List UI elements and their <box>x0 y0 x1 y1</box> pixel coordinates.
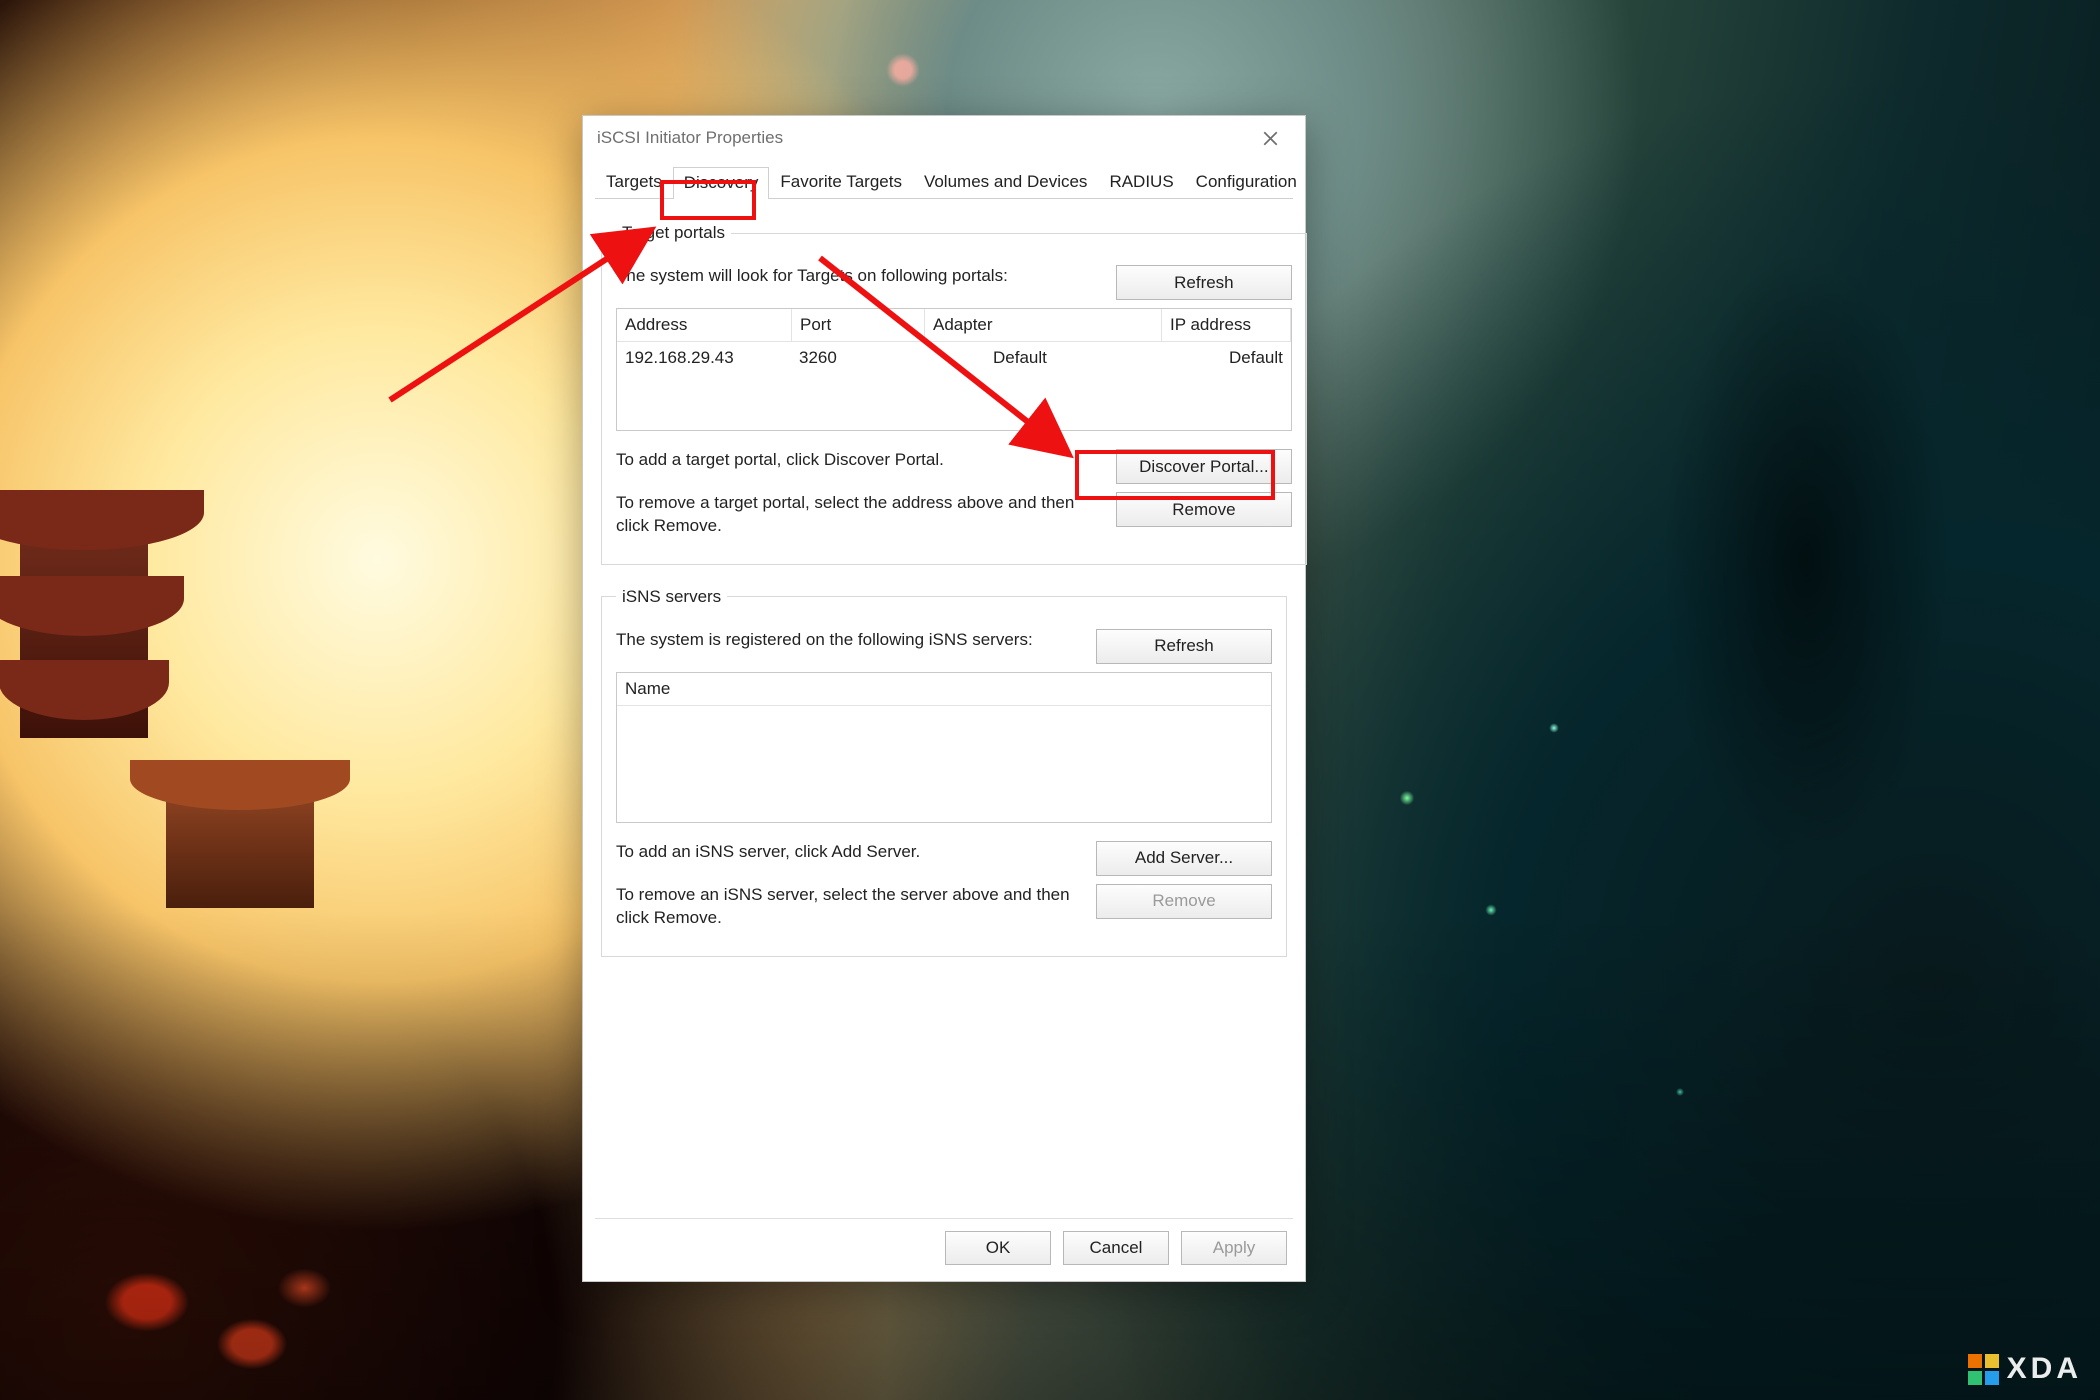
close-icon <box>1263 131 1278 146</box>
cell-ip: Default <box>1221 342 1291 374</box>
add-isns-button[interactable]: Add Server... <box>1096 841 1272 876</box>
tab-targets[interactable]: Targets <box>595 166 673 198</box>
tab-favorite-targets[interactable]: Favorite Targets <box>769 166 913 198</box>
portal-row[interactable]: 192.168.29.43 3260 Default Default <box>617 342 1291 374</box>
xda-text: XDA <box>2007 1352 2082 1386</box>
iscsi-properties-dialog: iSCSI Initiator Properties Targets Disco… <box>582 115 1306 1282</box>
tab-content: Target portals The system will look for … <box>583 199 1305 957</box>
cancel-button[interactable]: Cancel <box>1063 1231 1169 1265</box>
xda-watermark: XDA <box>1968 1352 2082 1386</box>
isns-hint: The system is registered on the followin… <box>616 629 1082 652</box>
isns-name-header[interactable]: Name <box>617 673 1271 706</box>
remove-isns-hint: To remove an iSNS server, select the ser… <box>616 884 1082 930</box>
isns-list[interactable]: Name <box>616 672 1272 823</box>
cell-adapter: Default <box>923 342 1221 374</box>
remove-isns-button[interactable]: Remove <box>1096 884 1272 919</box>
cell-address: 192.168.29.43 <box>617 342 791 374</box>
wallpaper-pavilion <box>130 760 350 920</box>
discover-portal-hint: To add a target portal, click Discover P… <box>616 449 1102 472</box>
col-address[interactable]: Address <box>617 309 792 341</box>
dialog-button-row: OK Cancel Apply <box>945 1231 1287 1265</box>
refresh-isns-button[interactable]: Refresh <box>1096 629 1272 664</box>
isns-servers-group: iSNS servers The system is registered on… <box>601 587 1287 957</box>
tab-radius[interactable]: RADIUS <box>1098 166 1184 198</box>
tab-strip: Targets Discovery Favorite Targets Volum… <box>595 164 1293 199</box>
isns-legend: iSNS servers <box>616 587 727 607</box>
refresh-portals-button[interactable]: Refresh <box>1116 265 1292 300</box>
tab-volumes-devices[interactable]: Volumes and Devices <box>913 166 1098 198</box>
col-adapter[interactable]: Adapter <box>925 309 1162 341</box>
dialog-separator <box>595 1218 1293 1219</box>
ok-button[interactable]: OK <box>945 1231 1051 1265</box>
add-isns-hint: To add an iSNS server, click Add Server. <box>616 841 1082 864</box>
target-portals-group: Target portals The system will look for … <box>601 223 1307 565</box>
remove-portal-button[interactable]: Remove <box>1116 492 1292 527</box>
discover-portal-button[interactable]: Discover Portal... <box>1116 449 1292 484</box>
col-port[interactable]: Port <box>792 309 925 341</box>
portals-list[interactable]: Address Port Adapter IP address 192.168.… <box>616 308 1292 431</box>
target-portals-legend: Target portals <box>616 223 731 243</box>
xda-logo-icon <box>1968 1354 1999 1385</box>
cell-port: 3260 <box>791 342 923 374</box>
apply-button[interactable]: Apply <box>1181 1231 1287 1265</box>
tab-configuration[interactable]: Configuration <box>1185 166 1308 198</box>
remove-portal-hint: To remove a target portal, select the ad… <box>616 492 1102 538</box>
close-button[interactable] <box>1243 119 1297 157</box>
titlebar[interactable]: iSCSI Initiator Properties <box>583 116 1305 160</box>
target-portals-hint: The system will look for Targets on foll… <box>616 265 1102 288</box>
wallpaper-pagoda <box>0 490 204 780</box>
tab-discovery[interactable]: Discovery <box>673 167 770 199</box>
portals-list-header: Address Port Adapter IP address <box>617 309 1291 342</box>
window-title: iSCSI Initiator Properties <box>597 128 1243 148</box>
col-ip[interactable]: IP address <box>1162 309 1291 341</box>
